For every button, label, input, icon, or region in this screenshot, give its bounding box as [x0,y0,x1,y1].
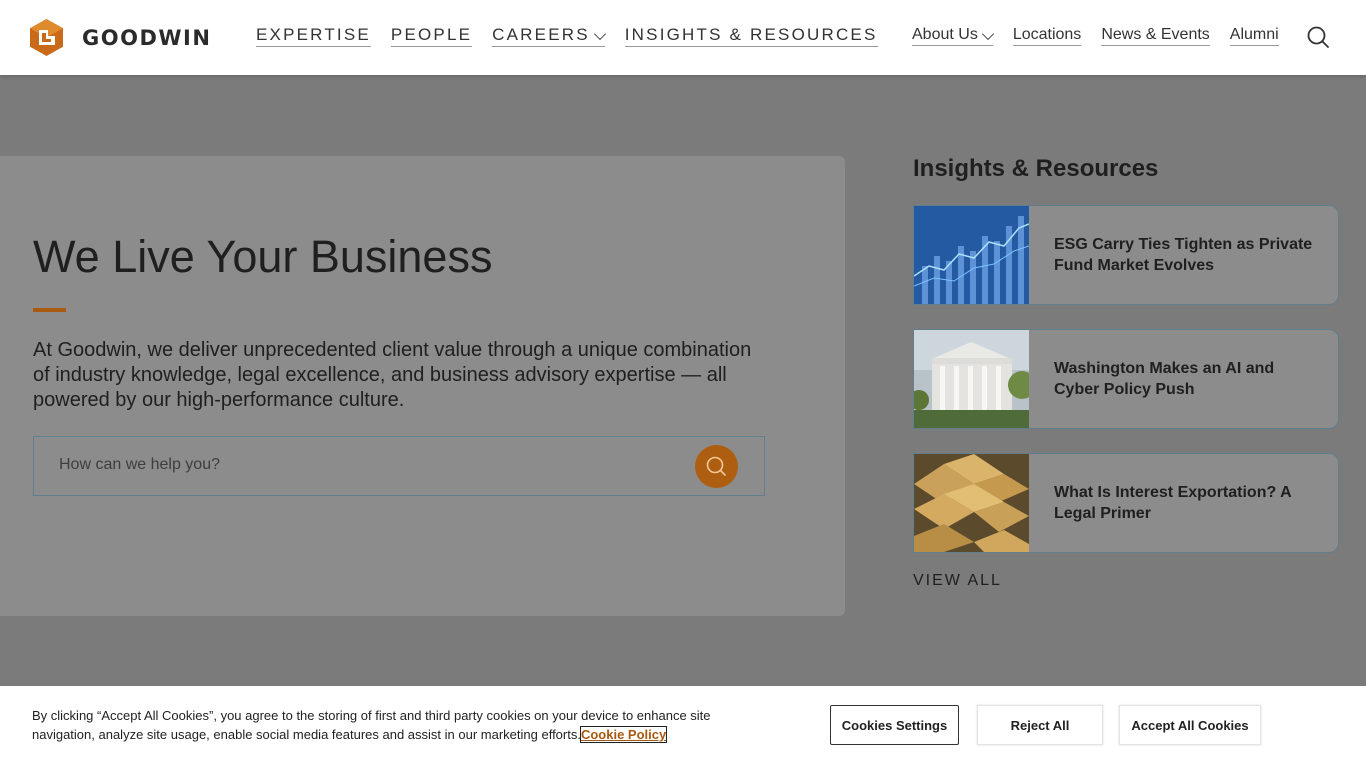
insights-title: Insights & Resources [913,155,1159,182]
chevron-down-icon [593,27,606,40]
nav-alumni-label: Alumni [1229,26,1279,43]
hero-search-box [33,436,765,496]
cookies-settings-button[interactable]: Cookies Settings [830,705,959,745]
nav-insights-label: INSIGHTS & RESOURCES [624,25,878,44]
nav-locations-label: Locations [1012,26,1082,43]
nav-news-events-label: News & Events [1101,26,1210,43]
cookie-text: By clicking “Accept All Cookies”, you ag… [32,706,752,744]
nav-people[interactable]: PEOPLE [390,25,473,47]
nav-careers[interactable]: CAREERS [492,25,606,47]
nav-careers-label: CAREERS [492,25,590,44]
search-icon [1307,26,1329,48]
nav-alumni[interactable]: Alumni [1229,26,1279,46]
insight-card[interactable]: ESG Carry Ties Tighten as Private Fund M… [913,205,1339,305]
cookie-policy-link[interactable]: Cookie Policy [579,726,668,743]
header-search-button[interactable] [1306,25,1330,49]
hero-accent-bar [33,308,66,312]
insight-card-title: ESG Carry Ties Tighten as Private Fund M… [1054,236,1313,274]
nav-about-us[interactable]: About Us [912,26,994,46]
white-house-image [914,330,1029,428]
goodwin-logo-icon [30,19,63,56]
nav-locations[interactable]: Locations [1012,26,1082,46]
goodwin-logo[interactable]: GOODWIN [30,19,211,56]
accept-all-cookies-button[interactable]: Accept All Cookies [1119,705,1261,745]
insight-card-title: What Is Interest Exportation? A Legal Pr… [1054,484,1292,522]
hero-description: At Goodwin, we deliver unprecedented cli… [33,339,752,411]
search-icon [706,456,726,476]
main-nav: EXPERTISE PEOPLE CAREERS INSIGHTS & RESO… [256,25,878,47]
nav-expertise-label: EXPERTISE [256,25,371,44]
cookie-banner: By clicking “Accept All Cookies”, you ag… [0,686,1366,768]
chevron-down-icon [981,27,994,40]
logo-text: GOODWIN [82,25,212,50]
nav-people-label: PEOPLE [390,25,473,44]
reject-all-button[interactable]: Reject All [977,705,1103,745]
nav-about-us-label: About Us [912,26,978,43]
hero-title: We Live Your Business [33,231,493,282]
hero-search-button[interactable] [695,445,738,488]
insight-card[interactable]: Washington Makes an AI and Cyber Policy … [913,329,1339,429]
hero-panel: We Live Your Business At Goodwin, we del… [0,156,845,616]
secondary-nav: About Us Locations News & Events Alumni [912,26,1279,46]
nav-insights-resources[interactable]: INSIGHTS & RESOURCES [624,25,878,47]
gold-bars-image [914,454,1029,552]
financial-chart-image [914,206,1029,304]
site-header: GOODWIN EXPERTISE PEOPLE CAREERS INSIGHT… [0,0,1366,75]
page-content: We Live Your Business At Goodwin, we del… [0,75,1366,768]
hero-search-input[interactable] [59,453,679,477]
insight-card[interactable]: What Is Interest Exportation? A Legal Pr… [913,453,1339,553]
nav-news-events[interactable]: News & Events [1101,26,1210,46]
insight-card-title: Washington Makes an AI and Cyber Policy … [1054,360,1275,398]
nav-expertise[interactable]: EXPERTISE [256,25,371,47]
view-all-link[interactable]: VIEW ALL [913,572,1002,590]
